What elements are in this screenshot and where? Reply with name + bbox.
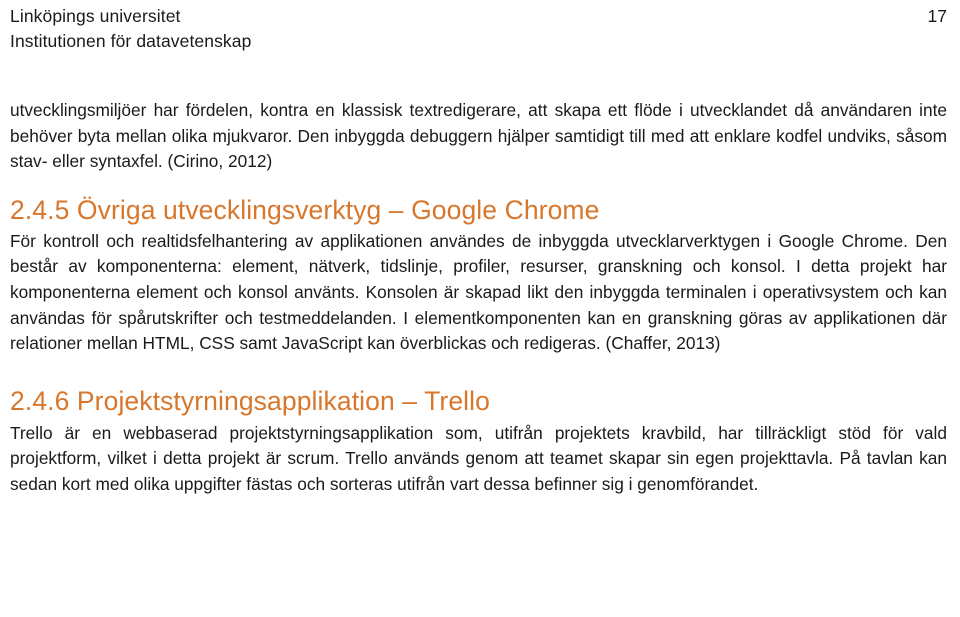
header-department-name: Institutionen för datavetenskap <box>10 31 252 51</box>
running-header: Linköpings universitet Institutionen för… <box>10 0 947 56</box>
section-heading-2-4-5: 2.4.5 Övriga utvecklingsverktyg – Google… <box>10 194 600 225</box>
header-university-name: Linköpings universitet <box>10 6 181 26</box>
document-page: Linköpings universitet Institutionen för… <box>0 0 960 617</box>
section-2-4-5-body: För kontroll och realtidsfelhantering av… <box>10 230 947 354</box>
intro-paragraph: utvecklingsmiljöer har fördelen, kontra … <box>10 100 947 172</box>
page-number: 17 <box>927 6 947 26</box>
section-2-4-6-body: Trello är en webbaserad projektstyrnings… <box>10 422 947 494</box>
section-heading-2-4-6: 2.4.6 Projektstyrningsapplikation – Trel… <box>10 385 490 416</box>
